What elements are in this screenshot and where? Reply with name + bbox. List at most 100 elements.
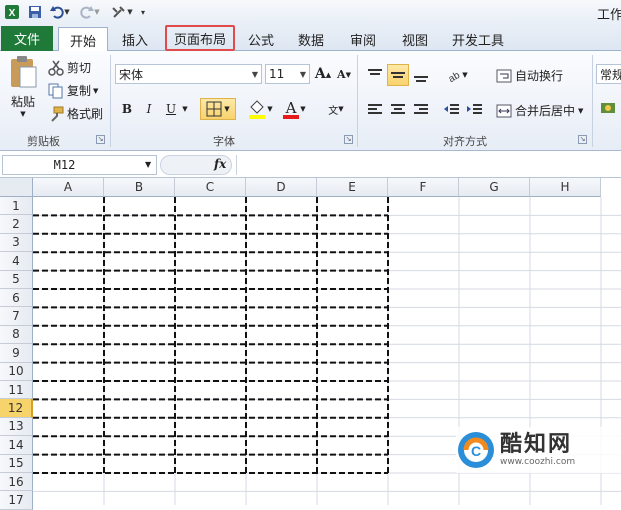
alignment-group-label: 对齐方式 [443, 135, 487, 148]
tab-developer[interactable]: 开发工具 [446, 27, 510, 51]
decrease-indent-icon [444, 104, 459, 114]
currency-format-button[interactable] [598, 98, 618, 118]
increase-indent-icon [467, 104, 482, 114]
tab-view[interactable]: 视图 [394, 27, 436, 51]
watermark-url: www.coozhi.com [500, 457, 576, 467]
font-color-letter: A [285, 99, 297, 117]
align-left-button[interactable] [365, 100, 385, 120]
orientation-icon: ab [447, 70, 462, 82]
grow-font-button[interactable]: A ▲ [313, 64, 333, 84]
fill-color-button[interactable]: ▼ [246, 97, 274, 121]
borders-button[interactable]: ▼ [200, 98, 236, 120]
format-painter-icon [51, 106, 64, 122]
font-size-select[interactable]: 11 ▼ [265, 64, 310, 84]
formula-input[interactable] [236, 155, 621, 175]
merge-center-icon [496, 104, 512, 117]
phonetic-button[interactable]: 文 ▼ [322, 97, 350, 121]
ribbon: 粘贴 ▼ 剪切 复制 ▼ 格式刷 剪贴板 ↘ 宋体 ▼ 11 ▼ A ▲ A ▼ B I [0, 51, 621, 151]
underline-button[interactable]: U [161, 99, 181, 119]
fill-color-swatch [249, 115, 266, 119]
svg-text:C: C [471, 443, 481, 459]
tab-insert[interactable]: 插入 [112, 27, 158, 51]
undo-icon[interactable]: ▼ [48, 3, 72, 21]
tab-page-layout[interactable]: 页面布局 [165, 25, 235, 51]
font-launcher-icon[interactable]: ↘ [344, 135, 353, 144]
cut-button[interactable]: 剪切 [48, 59, 91, 76]
align-right-icon [414, 104, 428, 114]
grow-font-label: A [314, 66, 326, 82]
tab-home[interactable]: 开始 [58, 27, 108, 52]
quick-access-toolbar: X ▼ ▼ ▼ ▾ 工作 [0, 0, 621, 25]
align-top-button[interactable] [365, 65, 385, 85]
merge-center-label: 合并后居中 [515, 104, 576, 118]
font-size-value: 11 [269, 67, 285, 81]
paste-button[interactable]: 粘贴 ▼ [4, 55, 42, 125]
clipboard-group-label: 剪贴板 [27, 135, 60, 148]
watermark: C 酷知网 www.coozhi.com [456, 427, 621, 473]
paste-label: 粘贴 [10, 95, 35, 109]
save-icon[interactable] [26, 3, 44, 21]
borders-icon [206, 101, 222, 117]
align-middle-icon [391, 72, 405, 78]
coozhi-logo-icon: C [458, 432, 494, 468]
formula-bar: M12 ▼ fx [0, 151, 621, 178]
wrap-text-label: 自动换行 [515, 69, 564, 83]
merge-center-button[interactable]: 合并后居中 ▼ [496, 102, 583, 119]
name-box[interactable]: M12 [2, 155, 157, 175]
font-name-select[interactable]: 宋体 ▼ [115, 64, 262, 84]
paint-bucket-icon [249, 100, 266, 119]
shrink-font-button[interactable]: A ▼ [334, 64, 354, 84]
format-painter-label: 格式刷 [67, 107, 104, 121]
svg-text:ab: ab [447, 70, 462, 82]
phonetic-icon: 文 [328, 105, 339, 117]
redo-icon[interactable]: ▼ [78, 3, 102, 21]
tab-formulas[interactable]: 公式 [240, 27, 282, 51]
italic-button[interactable]: I [139, 99, 159, 119]
wrap-text-icon [496, 69, 512, 82]
align-bottom-button[interactable] [411, 65, 431, 85]
orientation-button[interactable]: ab ▼ [444, 65, 470, 85]
window-title: 工作 [597, 8, 621, 23]
font-color-swatch [283, 115, 300, 119]
qat-dropdown-icon[interactable]: ▾ [138, 3, 148, 21]
align-right-button[interactable] [411, 100, 431, 120]
increase-indent-button[interactable] [464, 100, 484, 120]
name-box-dropdown-icon[interactable]: ▼ [145, 160, 151, 169]
font-color-icon: A [283, 99, 300, 119]
paste-icon [11, 56, 37, 88]
wrap-text-button[interactable]: 自动换行 [496, 67, 563, 84]
align-middle-button[interactable] [387, 64, 409, 86]
align-center-button[interactable] [388, 100, 408, 120]
align-top-icon [368, 69, 382, 75]
decrease-indent-button[interactable] [441, 100, 461, 120]
excel-logo-icon[interactable]: X [3, 3, 21, 21]
scissors-icon [48, 60, 64, 76]
bold-button[interactable]: B [117, 99, 137, 119]
font-group-label: 字体 [213, 135, 235, 148]
copy-icon [48, 83, 63, 98]
number-format-value: 常规 [600, 67, 621, 82]
tab-file[interactable]: 文件 [1, 26, 53, 51]
shrink-font-label: A [337, 67, 346, 81]
customize-tool-icon[interactable]: ▼ [110, 3, 134, 21]
format-painter-button[interactable]: 格式刷 [48, 105, 103, 122]
watermark-name: 酷知网 [500, 432, 573, 457]
font-name-value: 宋体 [119, 67, 144, 82]
clipboard-launcher-icon[interactable]: ↘ [96, 135, 105, 144]
alignment-launcher-icon[interactable]: ↘ [578, 135, 587, 144]
align-left-icon [368, 104, 382, 114]
copy-label: 复制 [67, 84, 92, 98]
copy-button[interactable]: 复制 ▼ [48, 82, 98, 99]
number-format-select[interactable]: 常规 [596, 64, 621, 84]
tab-data[interactable]: 数据 [290, 27, 332, 51]
align-center-icon [391, 104, 405, 114]
insert-function-icon[interactable]: fx [214, 157, 226, 171]
align-bottom-icon [414, 76, 428, 82]
ribbon-tabs: 文件 开始 插入 页面布局 公式 数据 审阅 视图 开发工具 [0, 25, 621, 52]
underline-dropdown-icon[interactable]: ▼ [180, 99, 190, 119]
tab-review[interactable]: 审阅 [342, 27, 384, 51]
svg-text:X: X [9, 8, 16, 19]
font-color-button[interactable]: A ▼ [280, 97, 308, 121]
currency-icon [601, 103, 615, 113]
cut-label: 剪切 [67, 61, 92, 75]
